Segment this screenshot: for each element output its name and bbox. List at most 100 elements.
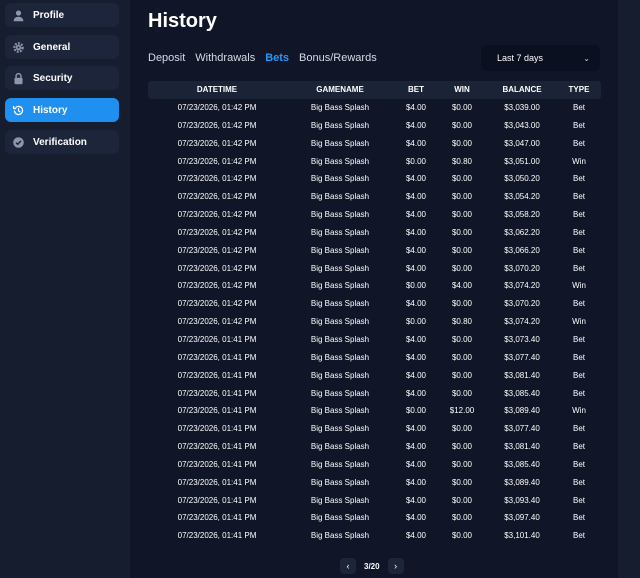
prev-page-button[interactable]: ‹ — [340, 558, 356, 574]
cell-datetime: 07/23/2026, 01:42 PM — [177, 263, 257, 273]
sidebar: Profile General Security History Verific… — [0, 0, 130, 578]
cell-win: $0.00 — [451, 174, 473, 184]
cell-gamename: Big Bass Splash — [310, 388, 370, 398]
cell-datetime: 07/23/2026, 01:42 PM — [177, 210, 257, 220]
cell-bet: $4.00 — [405, 245, 427, 255]
cell-balance: $3,077.40 — [504, 424, 540, 434]
cell-datetime: 07/23/2026, 01:42 PM — [177, 227, 257, 237]
cell-datetime: 07/23/2026, 01:41 PM — [177, 477, 257, 487]
cell-win: $0.00 — [451, 334, 473, 344]
cell-bet: $4.00 — [405, 263, 427, 273]
cell-gamename: Big Bass Splash — [310, 281, 370, 291]
cell-win: $0.00 — [451, 227, 473, 237]
table-row: 07/23/2026, 01:41 PM Big Bass Splash $4.00… — [148, 367, 601, 385]
cell-win: $0.00 — [451, 210, 473, 220]
cell-type: Bet — [572, 370, 586, 380]
cell-datetime: 07/23/2026, 01:41 PM — [177, 424, 257, 434]
cell-datetime: 07/23/2026, 01:41 PM — [177, 334, 257, 344]
tab-bets[interactable]: Bets — [265, 52, 289, 64]
cell-win: $0.00 — [451, 103, 473, 112]
cell-datetime: 07/23/2026, 01:41 PM — [177, 495, 257, 505]
table-row: 07/23/2026, 01:41 PM Big Bass Splash $4.00… — [148, 420, 601, 438]
period-dropdown-value: Last 7 days — [497, 53, 544, 63]
tab-withdrawals[interactable]: Withdrawals — [195, 52, 255, 64]
cell-balance: $3,043.00 — [504, 120, 540, 130]
cell-bet: $0.00 — [405, 281, 427, 291]
cell-type: Bet — [572, 513, 586, 523]
cell-gamename: Big Bass Splash — [310, 495, 370, 505]
cell-type: Bet — [572, 531, 586, 541]
cell-bet: $4.00 — [405, 442, 427, 452]
cell-datetime: 07/23/2026, 01:42 PM — [177, 120, 257, 130]
cell-win: $0.00 — [451, 192, 473, 202]
cell-type: Win — [572, 317, 586, 327]
header-balance[interactable]: BALANCE — [502, 85, 541, 94]
table-row: 07/23/2026, 01:42 PM Big Bass Splash $4.00… — [148, 295, 601, 313]
cell-win: $0.00 — [451, 442, 473, 452]
sidebar-item-label: History — [33, 104, 68, 116]
pagination: ‹ 3/20 › — [340, 558, 404, 574]
tab-deposit[interactable]: Deposit — [148, 52, 185, 64]
cell-balance: $3,097.40 — [504, 513, 540, 523]
cell-gamename: Big Bass Splash — [310, 317, 370, 327]
header-win[interactable]: WIN — [454, 85, 470, 94]
cell-type: Bet — [572, 120, 586, 130]
user-icon — [12, 9, 25, 22]
cell-win: $0.00 — [451, 263, 473, 273]
cell-datetime: 07/23/2026, 01:42 PM — [177, 103, 257, 112]
header-datetime[interactable]: DATETIME — [197, 85, 237, 94]
cell-balance: $3,074.20 — [504, 317, 540, 327]
sidebar-item-history[interactable]: History — [5, 98, 119, 122]
sidebar-item-label: General — [33, 41, 71, 53]
cell-balance: $3,073.40 — [504, 334, 540, 344]
lock-icon — [12, 72, 25, 85]
table-row: 07/23/2026, 01:41 PM Big Bass Splash $4.00… — [148, 527, 601, 545]
chevron-right-icon: › — [394, 561, 398, 571]
cell-gamename: Big Bass Splash — [310, 352, 370, 362]
cell-datetime: 07/23/2026, 01:41 PM — [177, 531, 257, 541]
table-row: 07/23/2026, 01:42 PM Big Bass Splash $4.00… — [148, 260, 601, 278]
period-dropdown[interactable]: Last 7 days ⌄ — [481, 45, 600, 71]
cell-datetime: 07/23/2026, 01:42 PM — [177, 156, 257, 166]
cell-gamename: Big Bass Splash — [310, 299, 370, 309]
cell-bet: $4.00 — [405, 210, 427, 220]
sidebar-item-general[interactable]: General — [5, 35, 119, 59]
cell-datetime: 07/23/2026, 01:42 PM — [177, 281, 257, 291]
cell-win: $0.00 — [451, 477, 473, 487]
table-row: 07/23/2026, 01:41 PM Big Bass Splash $4.00… — [148, 492, 601, 510]
cell-win: $4.00 — [451, 281, 473, 291]
cell-win: $12.00 — [449, 406, 475, 416]
cell-datetime: 07/23/2026, 01:41 PM — [177, 513, 257, 523]
header-type[interactable]: TYPE — [569, 85, 590, 94]
table-row: 07/23/2026, 01:42 PM Big Bass Splash $4.00… — [148, 188, 601, 206]
sidebar-item-verification[interactable]: Verification — [5, 130, 119, 154]
cell-type: Bet — [572, 388, 586, 398]
cell-type: Win — [572, 281, 586, 291]
table-row: 07/23/2026, 01:41 PM Big Bass Splash $4.00… — [148, 456, 601, 474]
cell-balance: $3,050.20 — [504, 174, 540, 184]
table-row: 07/23/2026, 01:42 PM Big Bass Splash $4.00… — [148, 242, 601, 260]
tab-bonus-rewards[interactable]: Bonus/Rewards — [299, 52, 377, 64]
sidebar-item-security[interactable]: Security — [5, 66, 119, 90]
table-header: DATETIME GAMENAME BET WIN BALANCE TYPE — [148, 81, 601, 99]
header-gamename[interactable]: GAMENAME — [316, 85, 364, 94]
sidebar-item-profile[interactable]: Profile — [5, 3, 119, 27]
cell-balance: $3,089.40 — [504, 477, 540, 487]
next-page-button[interactable]: › — [387, 558, 404, 574]
cell-type: Bet — [572, 459, 586, 469]
cell-win: $0.80 — [451, 156, 473, 166]
cell-datetime: 07/23/2026, 01:42 PM — [177, 245, 257, 255]
cell-win: $0.00 — [451, 245, 473, 255]
header-bet[interactable]: BET — [408, 85, 424, 94]
cell-datetime: 07/23/2026, 01:42 PM — [177, 138, 257, 148]
chevron-down-icon: ⌄ — [583, 53, 590, 63]
cell-bet: $4.00 — [405, 120, 427, 130]
table-row: 07/23/2026, 01:41 PM Big Bass Splash $0.00… — [148, 402, 601, 420]
cell-balance: $3,062.20 — [504, 227, 540, 237]
cell-datetime: 07/23/2026, 01:41 PM — [177, 388, 257, 398]
cell-type: Bet — [572, 442, 586, 452]
table-row: 07/23/2026, 01:42 PM Big Bass Splash $4.00… — [148, 135, 601, 153]
cell-gamename: Big Bass Splash — [310, 120, 370, 130]
table-row: 07/23/2026, 01:41 PM Big Bass Splash $4.00… — [148, 438, 601, 456]
cell-bet: $4.00 — [405, 513, 427, 523]
